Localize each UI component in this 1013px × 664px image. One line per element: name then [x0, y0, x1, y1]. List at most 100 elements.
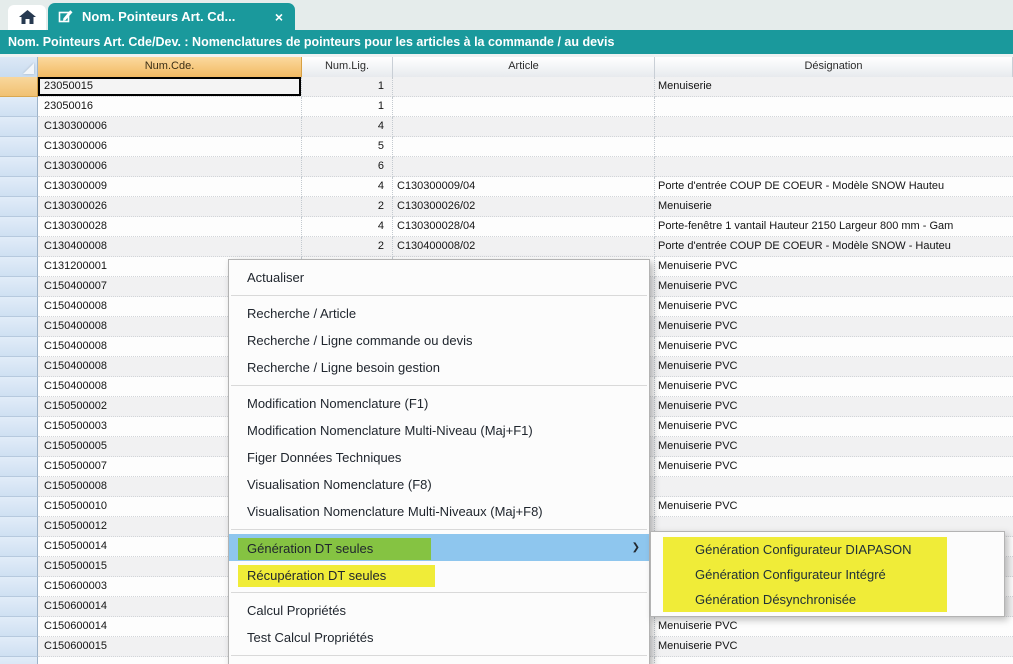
cell-article[interactable] [393, 117, 655, 137]
menu-item-visualisation-nomenclature[interactable]: Visualisation Nomenclature (F8) [229, 471, 649, 498]
row-selector[interactable] [0, 177, 38, 197]
cell-designation[interactable]: Menuiserie PVC [655, 277, 1013, 297]
cell-num-cde[interactable]: C130300006 [38, 137, 302, 157]
row-selector[interactable] [0, 437, 38, 457]
cell-article[interactable]: C130400008/02 [393, 237, 655, 257]
cell-designation[interactable] [655, 657, 1013, 664]
cell-designation[interactable] [655, 97, 1013, 117]
cell-num-cde[interactable]: C130300026 [38, 197, 302, 217]
row-selector[interactable] [0, 197, 38, 217]
row-selector[interactable] [0, 317, 38, 337]
row-selector[interactable] [0, 577, 38, 597]
menu-item-generation-dt-seules[interactable]: Génération DT seules ❯ [229, 534, 649, 561]
cell-designation[interactable]: Menuiserie [655, 77, 1013, 97]
cell-article[interactable] [393, 137, 655, 157]
row-selector[interactable] [0, 377, 38, 397]
cell-article[interactable]: C130300026/02 [393, 197, 655, 217]
column-header-article[interactable]: Article [393, 57, 655, 77]
tab-close-icon[interactable]: × [273, 10, 285, 24]
row-selector[interactable] [0, 97, 38, 117]
row-selector[interactable] [0, 337, 38, 357]
cell-designation[interactable]: Menuiserie PVC [655, 637, 1013, 657]
row-selector[interactable] [0, 597, 38, 617]
cell-num-lig[interactable]: 4 [302, 177, 393, 197]
menu-item-modification-nomenclature-multi[interactable]: Modification Nomenclature Multi-Niveau (… [229, 417, 649, 444]
cell-designation[interactable]: Menuiserie PVC [655, 617, 1013, 637]
cell-designation[interactable] [655, 137, 1013, 157]
row-selector[interactable] [0, 537, 38, 557]
row-selector[interactable] [0, 357, 38, 377]
cell-num-cde[interactable]: C130300006 [38, 117, 302, 137]
menu-item-figer-donnees[interactable]: Figer Données Techniques [229, 444, 649, 471]
row-selector[interactable] [0, 417, 38, 437]
cell-designation[interactable]: Porte-fenêtre 1 vantail Hauteur 2150 Lar… [655, 217, 1013, 237]
cell-designation[interactable]: Menuiserie PVC [655, 417, 1013, 437]
cell-designation[interactable] [655, 117, 1013, 137]
row-selector[interactable] [0, 157, 38, 177]
cell-designation[interactable]: Menuiserie PVC [655, 337, 1013, 357]
cell-num-cde[interactable]: 23050015 [38, 77, 302, 97]
menu-item-calcul-proprietes[interactable]: Calcul Propriétés [229, 597, 649, 624]
cell-num-cde[interactable]: C130400008 [38, 237, 302, 257]
row-selector[interactable] [0, 477, 38, 497]
cell-designation[interactable]: Porte d'entrée COUP DE COEUR - Modèle SN… [655, 237, 1013, 257]
submenu-item-generation-desynchronisee[interactable]: Génération Désynchronisée [651, 587, 1004, 612]
cell-num-lig[interactable]: 2 [302, 237, 393, 257]
select-all-corner[interactable] [0, 57, 38, 77]
cell-designation[interactable]: Menuiserie PVC [655, 317, 1013, 337]
row-selector[interactable] [0, 637, 38, 657]
menu-item-recherche-ligne-besoin[interactable]: Recherche / Ligne besoin gestion [229, 354, 649, 381]
cell-designation[interactable]: Menuiserie [655, 197, 1013, 217]
menu-item-actualiser[interactable]: Actualiser [229, 264, 649, 291]
cell-designation[interactable] [655, 477, 1013, 497]
column-header-designation[interactable]: Désignation [655, 57, 1013, 77]
row-selector[interactable] [0, 457, 38, 477]
cell-article[interactable]: C130300028/04 [393, 217, 655, 237]
row-selector[interactable] [0, 257, 38, 277]
menu-item-recuperation-dt-seules[interactable]: Récupération DT seules [229, 561, 649, 588]
row-selector[interactable] [0, 277, 38, 297]
cell-num-cde[interactable]: C130300009 [38, 177, 302, 197]
cell-designation[interactable]: Menuiserie PVC [655, 257, 1013, 277]
tab-nom-pointeurs[interactable]: Nom. Pointeurs Art. Cd... × [48, 3, 295, 30]
cell-designation[interactable] [655, 157, 1013, 177]
submenu-item-generation-integre[interactable]: Génération Configurateur Intégré [651, 562, 1004, 587]
menu-item-recherche-ligne-commande[interactable]: Recherche / Ligne commande ou devis [229, 327, 649, 354]
cell-num-cde[interactable]: C130300028 [38, 217, 302, 237]
cell-num-lig[interactable]: 2 [302, 197, 393, 217]
row-selector[interactable] [0, 217, 38, 237]
row-selector[interactable] [0, 497, 38, 517]
menu-item-test-calcul-proprietes[interactable]: Test Calcul Propriétés [229, 624, 649, 651]
row-selector[interactable] [0, 137, 38, 157]
cell-designation[interactable]: Menuiserie PVC [655, 497, 1013, 517]
row-selector[interactable] [0, 117, 38, 137]
column-header-num-cde[interactable]: Num.Cde. [38, 57, 302, 77]
row-selector[interactable] [0, 237, 38, 257]
submenu-item-generation-diapason[interactable]: Génération Configurateur DIAPASON [651, 537, 1004, 562]
cell-article[interactable] [393, 157, 655, 177]
cell-num-lig[interactable]: 4 [302, 217, 393, 237]
menu-item-visualisation-nomenclature-multi[interactable]: Visualisation Nomenclature Multi-Niveaux… [229, 498, 649, 525]
cell-article[interactable]: C130300009/04 [393, 177, 655, 197]
cell-designation[interactable]: Menuiserie PVC [655, 437, 1013, 457]
menu-item-modification-nomenclature[interactable]: Modification Nomenclature (F1) [229, 390, 649, 417]
cell-article[interactable] [393, 97, 655, 117]
cell-designation[interactable]: Porte d'entrée COUP DE COEUR - Modèle SN… [655, 177, 1013, 197]
menu-item-recherche-article[interactable]: Recherche / Article [229, 300, 649, 327]
cell-num-lig[interactable]: 6 [302, 157, 393, 177]
cell-num-cde[interactable]: C130300006 [38, 157, 302, 177]
cell-designation[interactable]: Menuiserie PVC [655, 297, 1013, 317]
row-selector[interactable] [0, 297, 38, 317]
row-selector[interactable] [0, 77, 38, 97]
row-selector[interactable] [0, 617, 38, 637]
cell-num-lig[interactable]: 1 [302, 97, 393, 117]
row-selector[interactable] [0, 517, 38, 537]
cell-num-lig[interactable]: 1 [302, 77, 393, 97]
row-selector[interactable] [0, 557, 38, 577]
row-selector[interactable] [0, 657, 38, 664]
cell-designation[interactable]: Menuiserie PVC [655, 357, 1013, 377]
cell-designation[interactable]: Menuiserie PVC [655, 377, 1013, 397]
cell-num-cde[interactable]: 23050016 [38, 97, 302, 117]
cell-designation[interactable]: Menuiserie PVC [655, 397, 1013, 417]
cell-designation[interactable]: Menuiserie PVC [655, 457, 1013, 477]
